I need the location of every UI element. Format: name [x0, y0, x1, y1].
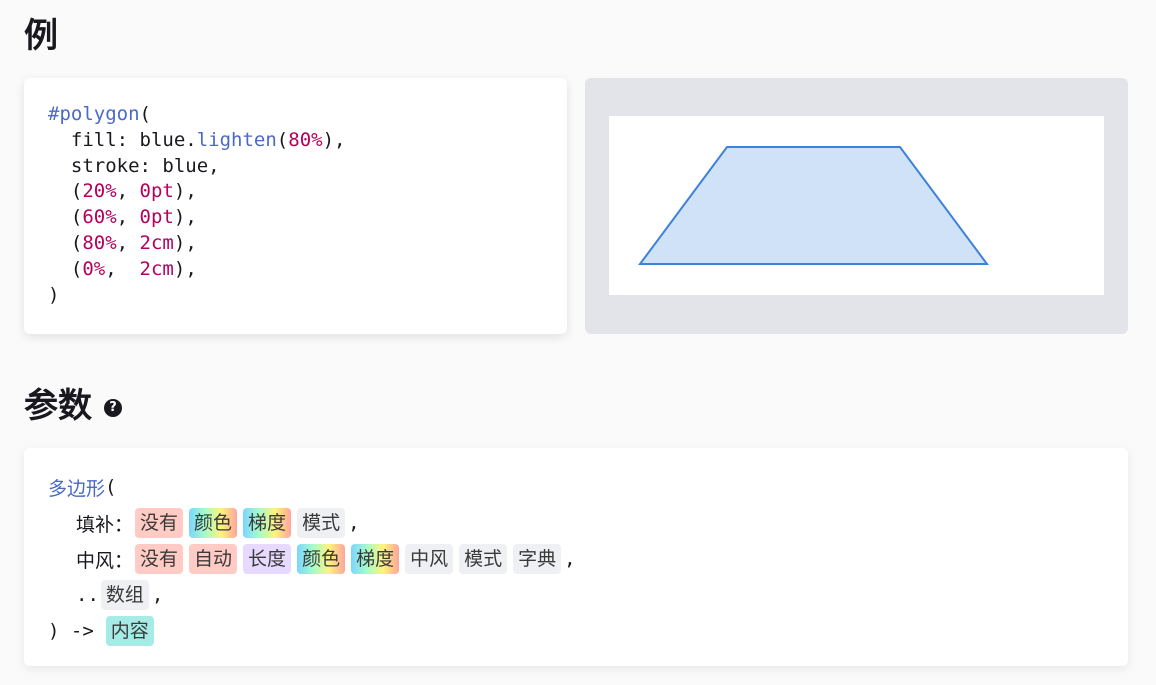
function-name[interactable]: 多边形: [48, 474, 105, 501]
code-text: ),: [173, 231, 197, 254]
parameters-heading: 参数 ?: [24, 386, 122, 426]
code-line: (20%, 0pt),: [48, 180, 197, 202]
help-icon[interactable]: ?: [104, 399, 122, 417]
code-text: (: [139, 103, 151, 125]
type-tag[interactable]: 中风: [405, 544, 454, 574]
code-number: 60%: [82, 206, 117, 229]
code-number: 2cm: [139, 231, 174, 254]
code-number: 80%: [82, 231, 117, 254]
type-tag[interactable]: 模式: [297, 508, 346, 538]
code-number: 0pt: [139, 206, 174, 229]
open-paren: (: [105, 476, 117, 498]
code-example-card: #polygon( fill: blue.lighten(80%), strok…: [24, 78, 567, 334]
polygon-preview-svg: [638, 146, 989, 265]
code-text: ),: [173, 257, 197, 280]
code-text: stroke: blue,: [48, 154, 220, 177]
code-text: (: [276, 128, 289, 151]
code-line: fill: blue.lighten(80%),: [48, 128, 346, 151]
type-tag[interactable]: 颜色: [189, 508, 238, 538]
code-function: #polygon: [48, 103, 140, 125]
code-number: 2cm: [139, 257, 174, 280]
parameter-row: 填补： 没有 颜色 梯度 模式,: [48, 505, 1128, 541]
type-tag[interactable]: 自动: [189, 544, 238, 574]
parameter-name: ..: [76, 584, 99, 606]
code-block: #polygon( fill: blue.lighten(80%), strok…: [48, 102, 567, 308]
example-heading: 例: [24, 16, 58, 56]
type-tag[interactable]: 没有: [135, 508, 184, 538]
code-number: 20%: [82, 180, 117, 203]
type-tag[interactable]: 模式: [459, 544, 508, 574]
parameters-title: 参数: [24, 386, 92, 426]
type-tag[interactable]: 数组: [100, 580, 149, 610]
parameter-row: .. 数组,: [48, 577, 1128, 613]
parameter-list: 填补： 没有 颜色 梯度 模式, 中风： 没有 自动 长度 颜色 梯度 中风 模式 字典,.. 数组,: [48, 505, 1128, 613]
code-line: (80%, 2cm),: [48, 232, 197, 254]
code-text: ),: [322, 128, 346, 151]
code-line: (0%, 2cm),: [48, 258, 197, 280]
render-preview: [585, 78, 1128, 334]
code-text: ,: [116, 231, 140, 254]
signature-return: ) -> 内容: [48, 613, 1128, 649]
code-text: ),: [173, 180, 197, 203]
code-line: #polygon(: [48, 103, 151, 125]
code-text: ,: [116, 206, 140, 229]
return-arrow: ) ->: [48, 620, 94, 642]
type-tag[interactable]: 字典: [513, 544, 562, 574]
code-text: (: [48, 231, 83, 254]
type-tag[interactable]: 颜色: [297, 544, 346, 574]
type-tag[interactable]: 长度: [243, 544, 292, 574]
code-line: stroke: blue,: [48, 155, 220, 177]
param-comma: ,: [151, 584, 164, 606]
code-function: lighten: [196, 128, 277, 151]
return-type-tag[interactable]: 内容: [105, 616, 154, 646]
code-text: (: [48, 206, 83, 229]
code-number: 0pt: [139, 180, 174, 203]
code-line: ): [48, 284, 59, 306]
code-text: ): [48, 283, 60, 306]
code-line: (60%, 0pt),: [48, 206, 197, 228]
param-comma: ,: [348, 512, 360, 534]
parameter-name: 填补：: [76, 513, 134, 536]
signature-head: 多边形 (: [48, 469, 1128, 505]
code-number: 80%: [288, 128, 323, 151]
type-tag[interactable]: 没有: [135, 544, 184, 574]
parameter-name: 中风：: [76, 549, 134, 572]
code-text: ,: [105, 257, 140, 280]
type-tag[interactable]: 梯度: [351, 544, 400, 574]
code-number: 0%: [82, 257, 106, 280]
parameter-row: 中风： 没有 自动 长度 颜色 梯度 中风 模式 字典,: [48, 541, 1128, 577]
type-tag[interactable]: 梯度: [243, 508, 292, 538]
code-text: ,: [116, 180, 140, 203]
polygon-shape: [638, 146, 989, 265]
code-text: ),: [173, 206, 197, 229]
code-text: fill: blue.: [48, 128, 197, 151]
param-comma: ,: [564, 548, 576, 570]
code-text: (: [48, 257, 83, 280]
signature-card: 多边形 ( 填补： 没有 颜色 梯度 模式, 中风： 没有 自动 长度 颜色 梯度 中风 模式 字典,..…: [24, 448, 1128, 666]
preview-page: [609, 116, 1104, 295]
code-text: (: [48, 180, 83, 203]
